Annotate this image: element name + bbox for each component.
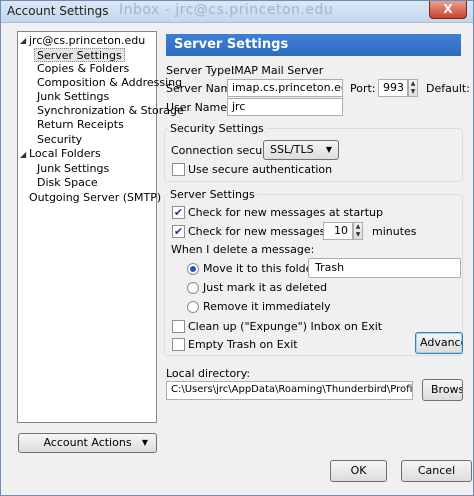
tree-item-disk-space[interactable]: Disk Space (37, 176, 98, 190)
server-type-value: IMAP Mail Server (231, 64, 324, 77)
panel-title: Server Settings (174, 37, 289, 52)
tree-item-server-settings[interactable]: Server Settings (34, 48, 125, 62)
move-to-folder-label[interactable]: Move it to this folder: (203, 262, 320, 275)
port-spinner[interactable]: ▲ ▼ (408, 79, 418, 97)
tree-item-return-receipts[interactable]: Return Receipts (37, 118, 124, 132)
empty-trash-checkbox[interactable] (172, 338, 185, 351)
server-settings-title: Server Settings (168, 188, 257, 201)
tree-item-composition[interactable]: Composition & Addressing (37, 76, 182, 90)
delete-message-label: When I delete a message: (171, 243, 315, 256)
close-icon: X (443, 2, 453, 16)
mark-deleted-radio[interactable] (187, 282, 199, 294)
tree-item-local-folders[interactable]: Local Folders (29, 147, 101, 161)
secure-auth-label[interactable]: Use secure authentication (188, 163, 332, 176)
dropdown-arrow-icon: ▼ (141, 438, 148, 447)
dropdown-arrow-icon: ▼ (325, 145, 332, 154)
expunge-checkbox[interactable] (172, 320, 185, 333)
tree-item-synchronization[interactable]: Synchronization & Storage (37, 104, 184, 118)
cancel-button[interactable]: Cancel (401, 460, 472, 482)
minutes-label: minutes (372, 225, 417, 238)
panel-header: Server Settings (166, 34, 461, 56)
spin-down-icon[interactable]: ▼ (411, 88, 416, 95)
browse-button[interactable]: Browse... (422, 379, 463, 401)
spin-down-icon[interactable]: ▼ (356, 231, 361, 238)
spin-up-icon[interactable]: ▲ (411, 80, 416, 87)
tree-item-copies-folders[interactable]: Copies & Folders (37, 62, 129, 76)
trash-folder-value: Trash (315, 261, 345, 274)
trash-folder-select[interactable]: Trash (308, 258, 461, 278)
tree-item-local-junk-settings[interactable]: Junk Settings (37, 162, 109, 176)
account-actions-label: Account Actions (43, 436, 132, 449)
account-tree[interactable]: ◢ jrc@cs.princeton.edu Server Settings C… (17, 31, 184, 423)
collapse-icon[interactable]: ◢ (20, 151, 28, 159)
account-actions-button[interactable]: Account Actions ▼ (18, 433, 157, 453)
connection-security-select[interactable]: SSL/TLS ▼ (263, 140, 339, 160)
check-icon: ✔ (173, 206, 184, 219)
advanced-button[interactable]: Advanced... (415, 332, 463, 354)
local-directory-input[interactable]: C:\Users\jrc\AppData\Roaming\Thunderbird… (166, 381, 413, 400)
local-directory-label: Local directory: (166, 367, 251, 380)
port-label: Port: (350, 82, 376, 95)
connection-security-value: SSL/TLS (270, 143, 314, 156)
empty-trash-label[interactable]: Empty Trash on Exit (188, 338, 298, 351)
check-interval-spinner[interactable]: ▲ ▼ (353, 222, 363, 240)
server-name-input[interactable]: imap.cs.princeton.edu (227, 79, 343, 97)
remove-immediately-label[interactable]: Remove it immediately (203, 300, 331, 313)
check-startup-checkbox[interactable]: ✔ (172, 206, 185, 219)
check-interval-input[interactable]: 10 (323, 222, 353, 240)
tree-item-account[interactable]: jrc@cs.princeton.edu (29, 34, 145, 48)
security-settings-title: Security Settings (168, 122, 266, 135)
title-bar[interactable]: Inbox - jrc@cs.princeton.edu Account Set… (1, 1, 473, 23)
port-input[interactable]: 993 (378, 79, 408, 97)
tree-item-outgoing-server[interactable]: Outgoing Server (SMTP) (29, 191, 161, 205)
background-window-title: Inbox - jrc@cs.princeton.edu (119, 2, 334, 18)
user-name-label: User Name: (166, 101, 231, 114)
remove-immediately-radio[interactable] (187, 301, 199, 313)
tree-item-junk-settings[interactable]: Junk Settings (37, 90, 109, 104)
check-icon: ✔ (173, 225, 184, 238)
collapse-icon[interactable]: ◢ (20, 37, 28, 45)
close-button[interactable]: X (429, 1, 467, 19)
account-settings-window: Inbox - jrc@cs.princeton.edu Account Set… (0, 0, 474, 496)
secure-auth-checkbox[interactable] (172, 163, 185, 176)
window-title: Account Settings (7, 4, 109, 18)
ok-button[interactable]: OK (330, 460, 387, 482)
check-startup-label[interactable]: Check for new messages at startup (188, 206, 383, 219)
move-to-folder-radio[interactable] (187, 263, 199, 275)
spin-up-icon[interactable]: ▲ (356, 223, 361, 230)
expunge-label[interactable]: Clean up ("Expunge") Inbox on Exit (188, 320, 382, 333)
mark-deleted-label[interactable]: Just mark it as deleted (203, 281, 327, 294)
default-port-label: Default: (426, 82, 470, 95)
tree-item-security[interactable]: Security (37, 133, 82, 147)
server-type-label: Server Type: (166, 64, 235, 77)
user-name-input[interactable]: jrc (227, 98, 343, 116)
check-every-checkbox[interactable]: ✔ (172, 225, 185, 238)
